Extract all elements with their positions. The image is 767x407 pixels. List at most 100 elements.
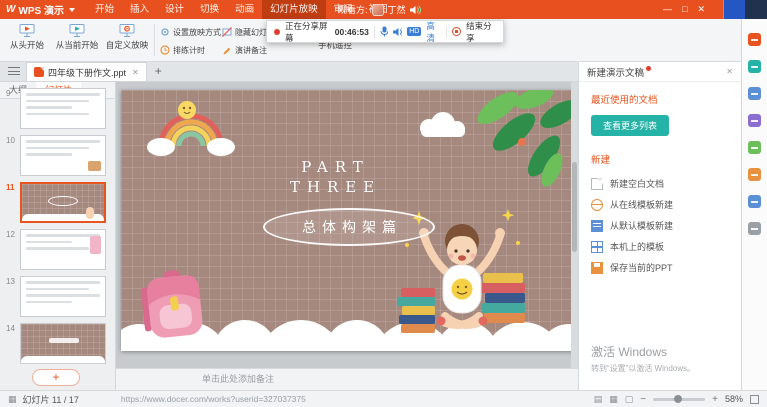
new-presentation-taskpane: 新建演示文稿 ✕ 最近使用的文档 查看更多列表 新建 新建空白文档 从在线模板新… xyxy=(578,62,741,390)
new-section-header: 新建 xyxy=(591,152,729,166)
ribbon-separator xyxy=(154,24,155,56)
zoom-slider-knob[interactable] xyxy=(674,395,682,403)
normal-view-icon[interactable]: ▤ xyxy=(594,394,603,405)
sorter-view-icon[interactable]: ▦ xyxy=(609,394,618,405)
slide-thumbnail-9[interactable] xyxy=(20,88,106,129)
maximize-button[interactable]: □ xyxy=(682,0,687,19)
hd-badge: HD xyxy=(407,27,421,36)
reading-view-icon[interactable]: ▢ xyxy=(625,394,634,405)
rainbow-illustration xyxy=(147,101,235,156)
taskbar-overlay xyxy=(723,0,767,19)
canvas-scrollbar[interactable] xyxy=(571,82,578,368)
custom-show-icon xyxy=(119,24,135,37)
minimize-button[interactable]: — xyxy=(663,0,672,19)
online-template-icon xyxy=(591,199,603,211)
taskpane-header: 新建演示文稿 ✕ xyxy=(579,62,741,82)
image-upload-icon[interactable] xyxy=(748,141,761,154)
slide-thumbnail-14[interactable] xyxy=(20,323,106,364)
tab-insert[interactable]: 插入 xyxy=(122,0,157,19)
new-from-online-template-item[interactable]: 从在线模板新建 xyxy=(591,194,729,215)
titlebar: W WPS 演示 开始 插入 设计 切换 动画 幻灯片放映 审阅 视图 观看方:… xyxy=(0,0,767,19)
tab-home[interactable]: 开始 xyxy=(87,0,122,19)
thumbnail-row: 14 xyxy=(0,320,115,364)
document-title: 四年级下册作文.ppt xyxy=(48,66,126,79)
slide-panel: 大纲 幻灯片 9 10 11 xyxy=(0,82,116,390)
document-tabbar: 四年级下册作文.ppt ✕ + xyxy=(0,62,578,82)
zoom-out-button[interactable]: − xyxy=(640,394,646,405)
tab-animation[interactable]: 动画 xyxy=(227,0,262,19)
stop-share-button[interactable]: 结束分享 xyxy=(466,20,496,44)
chart-icon[interactable] xyxy=(748,114,761,127)
part-three-text[interactable]: PART THREE xyxy=(121,158,574,197)
clock-icon xyxy=(160,45,170,55)
notes-area[interactable]: 单击此处添加备注 xyxy=(116,368,578,390)
document-tab[interactable]: 四年级下册作文.ppt ✕ xyxy=(26,62,147,81)
meeting-viewer-info: 观看方: 丁然 xyxy=(338,0,421,19)
editor-canvas: PART THREE 总体构架篇 xyxy=(116,82,578,368)
transition-icon[interactable] xyxy=(748,60,761,73)
blank-doc-icon xyxy=(591,178,603,190)
setup-show-button[interactable]: 设置放映方式 xyxy=(160,24,221,40)
view-more-button[interactable]: 查看更多列表 xyxy=(591,115,669,136)
current-slide[interactable]: PART THREE 总体构架篇 xyxy=(121,90,574,351)
zoom-in-button[interactable]: + xyxy=(712,394,718,405)
fullscreen-icon[interactable] xyxy=(750,395,759,404)
speaker-notes-button[interactable]: 演讲备注 xyxy=(222,42,267,58)
shape-icon[interactable] xyxy=(748,87,761,100)
microphone-icon[interactable] xyxy=(380,26,388,37)
wps-logo[interactable]: W WPS 演示 xyxy=(6,2,75,17)
custom-show-button[interactable]: 自定义放映 xyxy=(102,21,152,59)
notes-placeholder: 单击此处添加备注 xyxy=(202,374,274,384)
slide-thumbnail-13[interactable] xyxy=(20,276,106,317)
slide-title: 总体构架篇 xyxy=(302,217,402,237)
share-timer: 00:46:53 xyxy=(335,27,369,37)
default-template-icon xyxy=(591,220,603,232)
cloud-illustration xyxy=(420,112,465,137)
play-from-start-button[interactable]: 从头开始 xyxy=(2,21,52,59)
hd-quality-label[interactable]: 高清 xyxy=(426,20,441,44)
settings-icon[interactable] xyxy=(748,222,761,235)
share-separator xyxy=(374,26,375,38)
new-from-default-template-item[interactable]: 从默认模板新建 xyxy=(591,215,729,236)
wps-logo-letter: W xyxy=(6,4,15,15)
play-from-current-button[interactable]: 从当前开始 xyxy=(52,21,102,59)
close-button[interactable]: ✕ xyxy=(697,0,705,19)
taskpane-title: 新建演示文稿 xyxy=(587,65,644,79)
tab-transition[interactable]: 切换 xyxy=(192,0,227,19)
search-icon[interactable] xyxy=(748,195,761,208)
slide-thumbnail-11-selected[interactable] xyxy=(20,182,106,223)
slide-title-oval[interactable]: 总体构架篇 xyxy=(263,208,435,246)
speaker-icon[interactable] xyxy=(410,5,421,15)
local-templates-item[interactable]: 本机上的模板 xyxy=(591,236,729,257)
viewer-name: 丁然 xyxy=(388,3,406,16)
zoom-slider[interactable] xyxy=(653,398,705,401)
save-current-ppt-item[interactable]: 保存当前的PPT xyxy=(591,257,729,278)
recommend-icon[interactable] xyxy=(748,168,761,181)
docer-url: https://www.docer.com/works?userid=32703… xyxy=(121,394,306,404)
taskpane-body: 最近使用的文档 查看更多列表 新建 新建空白文档 从在线模板新建 从默认模板新建… xyxy=(579,82,741,278)
rehearse-timing-button[interactable]: 排练计时 xyxy=(160,42,205,58)
tab-design[interactable]: 设计 xyxy=(157,0,192,19)
recent-docs-header: 最近使用的文档 xyxy=(591,92,729,106)
close-document-icon[interactable]: ✕ xyxy=(132,68,139,77)
menu-icon[interactable] xyxy=(8,67,20,75)
taskbar-corner-icon[interactable] xyxy=(745,0,767,19)
app-menu-caret-icon[interactable] xyxy=(69,8,75,12)
book-stack-left xyxy=(397,288,435,333)
new-blank-doc-item[interactable]: 新建空白文档 xyxy=(591,173,729,194)
add-slide-button[interactable]: + xyxy=(32,369,80,386)
local-template-icon xyxy=(591,241,603,253)
grid-view-icon[interactable]: ▦ xyxy=(8,394,17,405)
slide-thumbnail-10[interactable] xyxy=(20,135,106,176)
play-from-start-icon xyxy=(19,24,35,37)
screen-share-panel: 正在分享屏幕 00:46:53 HD 高清 结束分享 xyxy=(266,20,504,43)
new-document-tab-button[interactable]: + xyxy=(155,64,162,78)
app-title: WPS 演示 xyxy=(18,2,64,17)
new-file-icon[interactable] xyxy=(748,33,761,46)
taskbar-app-icon[interactable] xyxy=(723,0,745,19)
statusbar-right: ▤ ▦ ▢ − + 58% xyxy=(594,394,767,405)
audio-icon[interactable] xyxy=(393,27,403,37)
slide-thumbnail-12[interactable] xyxy=(20,229,106,270)
tab-slideshow[interactable]: 幻灯片放映 xyxy=(262,0,326,19)
taskpane-close-icon[interactable]: ✕ xyxy=(726,67,733,76)
